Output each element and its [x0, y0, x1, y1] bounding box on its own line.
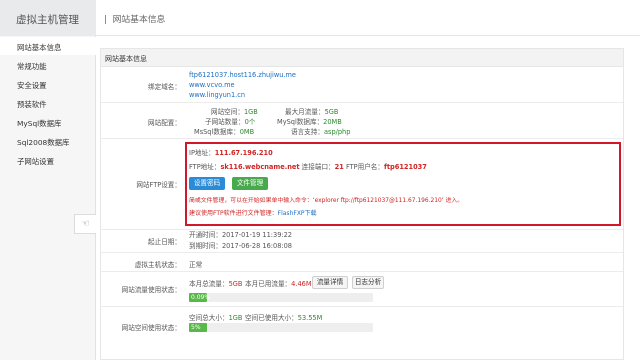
- domain-link-2[interactable]: www.vcvo.me: [189, 81, 235, 89]
- divider: [101, 306, 623, 307]
- domain-link-1[interactable]: ftp6121037.host116.zhujiwu.me: [189, 71, 296, 79]
- traffic-progress-fill: 0.09%: [189, 293, 211, 302]
- sidebar-item-mysql[interactable]: MySql数据库: [0, 113, 96, 131]
- ftp-settings-box: IP地址：111.67.196.210 FTP地址：sk116.webcname…: [185, 142, 621, 226]
- space-total: 空间总大小：1GB: [189, 314, 243, 322]
- sidebar-item-sql2008[interactable]: Sql2008数据库: [0, 132, 96, 150]
- sidebar-item-general[interactable]: 常规功能: [0, 56, 96, 74]
- sidebar-item-basic-info[interactable]: 网站基本信息: [0, 37, 96, 55]
- config-label: 网站配置：: [148, 119, 181, 127]
- status-value: 正常: [189, 261, 203, 269]
- ftp-address: FTP地址：sk116.webcname.net 连接端口：21 FTP用户名：…: [189, 163, 427, 171]
- traffic-progress-bar: 0.09%: [189, 293, 373, 302]
- sidebar-item-security[interactable]: 安全设置: [0, 75, 96, 93]
- ftp-label: 网站FTP设置：: [136, 181, 181, 189]
- traffic-detail-button[interactable]: 流量详情: [312, 276, 348, 289]
- config-lang: 语言支持：asp/php: [291, 128, 351, 136]
- open-date: 开通时间：2017-01-19 11:39:22: [189, 231, 292, 239]
- hand-pointer-icon[interactable]: ☜: [74, 214, 96, 234]
- config-mssql: MsSql数据库：0MB: [194, 128, 255, 136]
- ftp-note-software: 建议使用FTP软件进行文件管理：FlashFXP下载: [189, 210, 317, 217]
- expire-date: 到期时间：2017-06-28 16:08:08: [189, 242, 292, 250]
- log-analysis-button[interactable]: 日志分析: [352, 276, 384, 289]
- traffic-label: 网站流量使用状态：: [121, 286, 181, 294]
- ftp-ip: IP地址：111.67.196.210: [189, 149, 273, 157]
- dates-label: 起止日期：: [148, 238, 181, 246]
- sidebar: 虚拟主机管理 网站基本信息 常规功能 安全设置 预装软件 MySql数据库 Sq…: [0, 0, 96, 360]
- ftp-note-explorer: 简或文件管理，可以在开始如果单中输入命令：‘explorer ftp://ftp…: [189, 198, 464, 204]
- config-mysql: MySql数据库：20MB: [277, 118, 342, 126]
- traffic-used: 本月已用流量：4.46M: [245, 280, 312, 288]
- config-subsites: 子网站数量：0个: [205, 118, 256, 126]
- app-title: 虚拟主机管理: [0, 0, 96, 36]
- space-label: 网站空间使用状态：: [121, 324, 181, 332]
- sidebar-item-software[interactable]: 预装软件: [0, 94, 96, 112]
- page-title: | 网站基本信息: [104, 15, 166, 25]
- domain-label: 绑定域名：: [148, 83, 181, 91]
- divider: [101, 271, 623, 272]
- config-space: 网站空间：1GB: [211, 108, 258, 116]
- set-password-button[interactable]: 设置密码: [189, 177, 225, 190]
- flashfxp-download-link[interactable]: FlashFXP下载: [278, 210, 317, 217]
- divider: [101, 102, 623, 103]
- space-used: 空间已使用大小：53.55M: [245, 314, 323, 322]
- config-traffic: 最大月流量：5GB: [285, 108, 339, 116]
- panel-title: 网站基本信息: [101, 49, 623, 67]
- sidebar-item-subsite[interactable]: 子网站设置: [0, 151, 96, 169]
- space-progress-fill: 5%: [189, 323, 207, 332]
- domain-link-3[interactable]: www.lingyun1.cn: [189, 91, 245, 99]
- divider: [101, 229, 623, 230]
- status-label: 虚拟主机状态：: [134, 261, 181, 269]
- file-manager-button[interactable]: 文件管理: [232, 177, 268, 190]
- divider: [101, 252, 623, 253]
- divider: [101, 138, 623, 139]
- header: | 网站基本信息: [96, 0, 640, 36]
- traffic-total: 本月总流量：5GB: [189, 280, 243, 288]
- space-progress-bar: 5%: [189, 323, 373, 332]
